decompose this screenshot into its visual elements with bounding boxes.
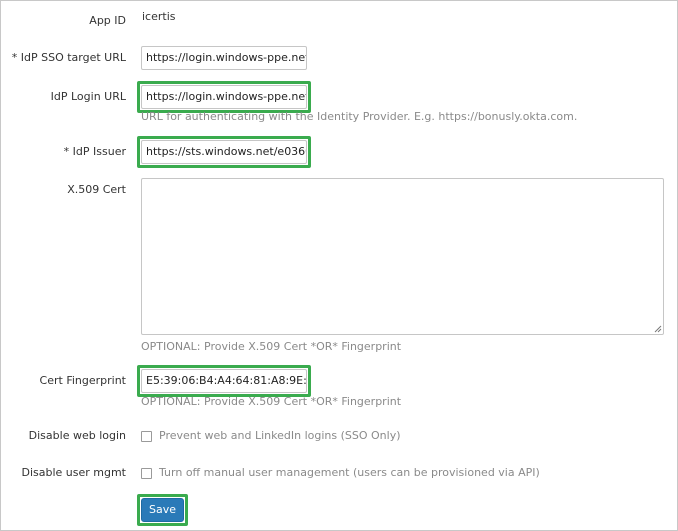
- disable-user-mgmt-label: Disable user mgmt: [21, 466, 126, 479]
- cert-fingerprint-help: OPTIONAL: Provide X.509 Cert *OR* Finger…: [141, 395, 402, 408]
- save-button[interactable]: Save: [141, 498, 184, 522]
- disable-user-mgmt-row[interactable]: Turn off manual user management (users c…: [141, 466, 540, 480]
- disable-user-mgmt-checkbox-label: Turn off manual user management (users c…: [159, 466, 540, 479]
- idp-login-url-input[interactable]: https://login.windows-ppe.net: [141, 85, 307, 109]
- x509-cert-label: X.509 Cert: [67, 183, 126, 196]
- app-id-value: icertis: [142, 10, 176, 23]
- x509-cert-textarea[interactable]: [141, 178, 664, 335]
- idp-issuer-input[interactable]: https://sts.windows.net/e0360: [141, 140, 307, 164]
- app-id-label: App ID: [89, 14, 126, 27]
- idp-login-url-help: URL for authenticating with the Identity…: [141, 110, 578, 123]
- disable-web-login-checkbox[interactable]: [141, 430, 152, 442]
- disable-user-mgmt-checkbox[interactable]: [141, 467, 152, 479]
- sso-target-url-label: * IdP SSO target URL: [11, 51, 126, 64]
- disable-web-login-row[interactable]: Prevent web and LinkedIn logins (SSO Onl…: [141, 429, 401, 443]
- disable-web-login-label: Disable web login: [28, 429, 126, 442]
- resize-handle-icon[interactable]: [654, 325, 662, 333]
- disable-web-login-checkbox-label: Prevent web and LinkedIn logins (SSO Onl…: [159, 429, 401, 442]
- x509-cert-help: OPTIONAL: Provide X.509 Cert *OR* Finger…: [141, 340, 402, 353]
- sso-target-url-input[interactable]: https://login.windows-ppe.net: [141, 46, 307, 70]
- idp-login-url-label: IdP Login URL: [50, 90, 126, 103]
- idp-issuer-label: * IdP Issuer: [63, 145, 126, 158]
- cert-fingerprint-input[interactable]: E5:39:06:B4:A4:64:81:A8:9E:C: [141, 369, 307, 393]
- cert-fingerprint-label: Cert Fingerprint: [39, 374, 126, 387]
